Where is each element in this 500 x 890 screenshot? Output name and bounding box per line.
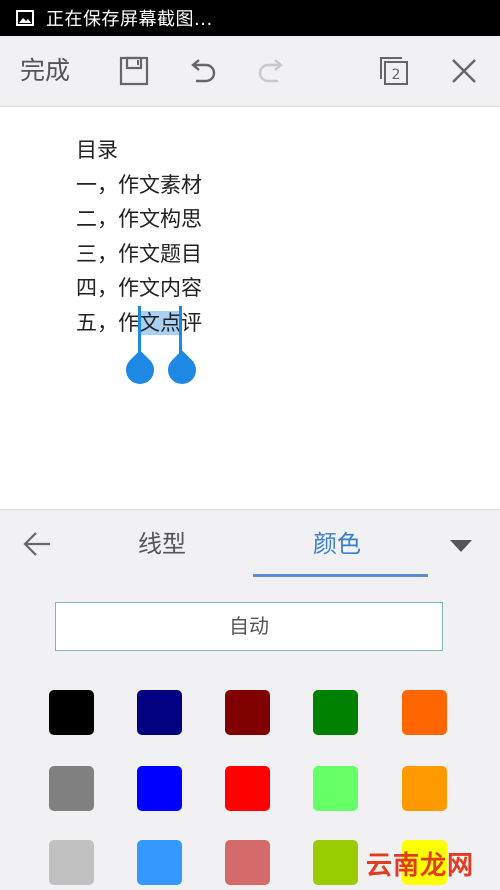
color-swatch[interactable] — [137, 766, 182, 811]
save-icon[interactable] — [118, 55, 150, 87]
doc-line: 二，作文构思 — [76, 207, 202, 231]
done-button[interactable]: 完成 — [20, 36, 70, 106]
triangle-down-icon[interactable] — [450, 540, 472, 552]
color-swatch[interactable] — [225, 690, 270, 735]
pages-icon[interactable]: 2 — [378, 55, 410, 87]
arrow-left-icon[interactable] — [22, 530, 52, 558]
selection-end-handle[interactable] — [162, 349, 202, 390]
close-icon[interactable] — [448, 55, 480, 87]
color-swatch[interactable] — [49, 766, 94, 811]
doc-line-selected: 五，作文点评 — [76, 305, 202, 390]
color-swatch[interactable] — [313, 840, 358, 885]
active-tab-indicator — [253, 574, 428, 577]
format-panel-tabs: 线型 颜色 — [0, 509, 500, 579]
color-swatch[interactable] — [49, 840, 94, 885]
color-swatch[interactable] — [313, 766, 358, 811]
tab-color[interactable]: 颜色 — [313, 510, 361, 576]
color-panel: 自动 — [0, 578, 500, 890]
doc-line: 一，作文素材 — [76, 172, 202, 197]
doc-line: 目录 — [76, 138, 118, 162]
image-icon — [16, 10, 34, 26]
status-text: 正在保存屏幕截图... — [46, 9, 213, 30]
document-canvas[interactable]: 目录 一，作文素材 二，作文构思 三，作文题目 四，作文内容 五，作文点评 — [0, 107, 500, 509]
color-swatch[interactable] — [402, 690, 447, 735]
text-after-selection: 评 — [181, 310, 202, 335]
edit-toolbar: 完成 2 — [0, 36, 500, 107]
selection-start-handle[interactable] — [120, 349, 160, 390]
color-swatch[interactable] — [225, 766, 270, 811]
watermark: 云南龙网 — [366, 851, 475, 881]
text-before-selection: 五，作 — [76, 310, 139, 335]
status-bar: 正在保存屏幕截图... — [0, 0, 500, 36]
redo-icon[interactable] — [256, 55, 288, 87]
color-swatch[interactable] — [137, 690, 182, 735]
color-swatch[interactable] — [49, 690, 94, 735]
color-swatch[interactable] — [402, 766, 447, 811]
page-count: 2 — [392, 67, 401, 83]
color-swatch[interactable] — [313, 690, 358, 735]
doc-line: 三，作文题目 — [76, 241, 202, 266]
color-swatch[interactable] — [137, 840, 182, 885]
doc-line: 四，作文内容 — [76, 276, 202, 300]
color-swatch[interactable] — [225, 840, 270, 885]
auto-color-button[interactable]: 自动 — [55, 602, 443, 651]
document-text: 目录 一，作文素材 二，作文构思 三，作文题目 四，作文内容 五，作文点评 — [76, 133, 202, 390]
undo-icon[interactable] — [186, 55, 218, 87]
text-selection[interactable]: 文点 — [139, 310, 181, 335]
tab-line-type[interactable]: 线型 — [138, 510, 186, 576]
